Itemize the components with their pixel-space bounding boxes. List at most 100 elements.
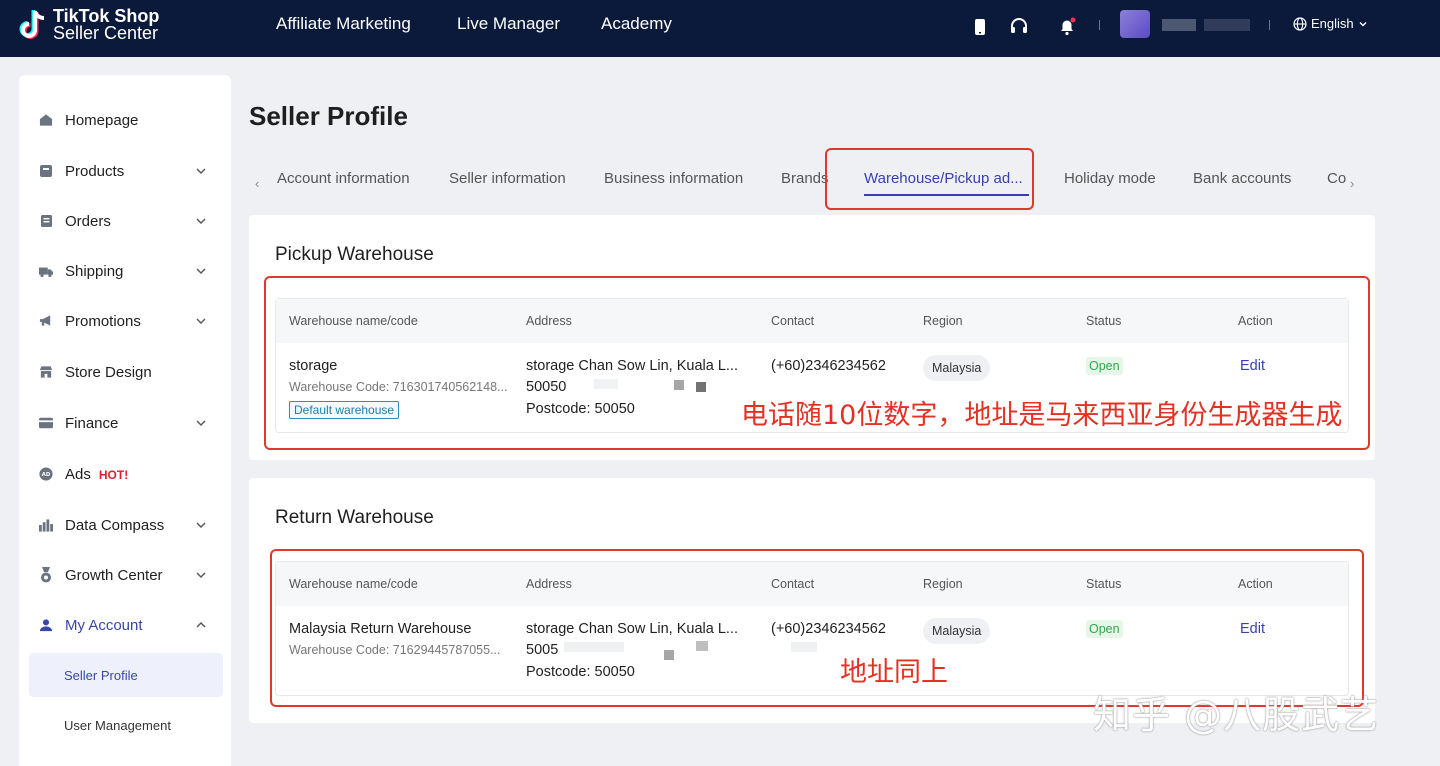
sidebar-item-orders[interactable]: Orders [19,201,231,241]
column-header: Action [1238,314,1273,328]
sidebar-subitem-seller-profile[interactable]: Seller Profile [29,653,223,697]
chevron-down-icon [196,318,206,324]
column-header: Contact [771,577,815,591]
tab-co-truncated[interactable]: Co [1327,170,1346,187]
sidebar-item-data-compass[interactable]: Data Compass [19,505,231,545]
edit-button[interactable]: Edit [1240,358,1265,374]
chevron-down-icon [196,522,206,528]
status-badge: Open [1086,357,1123,375]
sidebar-item-store-design[interactable]: Store Design [19,352,231,392]
chevron-down-icon [196,420,206,426]
mobile-icon[interactable] [968,15,992,39]
active-tab-indicator [864,194,1029,196]
redacted-text [696,641,708,651]
chevron-down-icon [196,572,206,578]
sidebar-item-label: Ads [65,465,91,483]
sidebar-item-my-account[interactable]: My Account [19,605,231,645]
address-postcode: Postcode: 50050 [526,664,635,680]
return-warehouse-title: Return Warehouse [275,507,434,528]
status-badge: Open [1086,620,1123,638]
notification-bell-icon[interactable] [1055,15,1079,39]
redacted-text [791,642,817,652]
column-header: Address [526,577,572,591]
tab-warehouse-pickup-address[interactable]: Warehouse/Pickup ad... [864,170,1023,187]
tab-bank-accounts[interactable]: Bank accounts [1193,170,1291,187]
sidebar-item-shipping[interactable]: Shipping [19,251,231,291]
pickup-warehouse-title: Pickup Warehouse [275,244,434,265]
top-navigation-bar: TikTok Shop Seller Center Affiliate Mark… [0,0,1440,57]
sidebar-item-label: Orders [65,212,111,230]
contact-phone: (+60)2346234562 [771,358,886,374]
sidebar-subitem-user-management[interactable]: User Management [29,703,223,747]
nav-affiliate-marketing[interactable]: Affiliate Marketing [276,14,411,34]
tiktok-shop-logo[interactable]: TikTok Shop Seller Center [18,7,159,43]
redacted-text [564,642,624,652]
avatar[interactable] [1120,10,1150,38]
sidebar-item-finance[interactable]: Finance [19,403,231,443]
globe-icon [1293,16,1307,31]
sidebar-item-ads[interactable]: AD Ads HOT! [19,454,231,494]
sidebar-item-label: Store Design [65,363,152,381]
nav-live-manager[interactable]: Live Manager [457,14,560,34]
tab-brands[interactable]: Brands [781,170,829,187]
megaphone-icon [39,314,53,328]
sidebar-item-label: Shipping [65,262,124,280]
region-pill: Malaysia [923,355,991,381]
sidebar-item-products[interactable]: Products [19,151,231,191]
sidebar-item-growth-center[interactable]: Growth Center [19,555,231,595]
username-redacted [1204,19,1250,31]
address-line: 5005 [526,642,559,658]
truck-icon [39,264,53,278]
sidebar-item-label: Products [65,162,125,180]
column-header: Status [1086,314,1122,328]
column-header: Region [923,577,963,591]
products-icon [39,164,53,178]
edit-button[interactable]: Edit [1240,621,1265,637]
chevron-down-icon [196,168,206,174]
page-title: Seller Profile [249,101,408,131]
annotation-pickup-note: 电话随10位数字，地址是马来西亚身份生成器生成 [741,400,1343,431]
column-header: Warehouse name/code [289,314,418,328]
default-warehouse-badge: Default warehouse [289,401,400,419]
warehouse-code: Warehouse Code: 71629445787055... [289,643,501,657]
sidebar-item-label: Data Compass [65,516,165,534]
hot-badge: HOT! [98,467,129,482]
store-icon [39,365,53,379]
sidebar-item-homepage[interactable]: Homepage [19,100,231,140]
logo-subtitle: Seller Center [53,23,159,43]
tab-scroll-right-icon[interactable]: › [1350,176,1354,191]
chevron-up-icon [196,622,206,628]
watermark: 知乎 @八股武艺 [1093,693,1380,737]
ads-icon: AD [39,467,53,481]
headset-support-icon[interactable] [1007,15,1031,39]
tab-scroll-left-icon[interactable]: ‹ [255,176,259,191]
tab-account-information[interactable]: Account information [277,170,410,187]
username-redacted [1162,19,1196,31]
address-line: storage Chan Sow Lin, Kuala L... [526,621,738,637]
tab-holiday-mode[interactable]: Holiday mode [1064,170,1156,187]
tab-seller-information[interactable]: Seller information [449,170,566,187]
address-line: storage Chan Sow Lin, Kuala L... [526,358,738,374]
tab-business-information[interactable]: Business information [604,170,743,187]
warehouse-name: storage [289,358,338,374]
column-header: Warehouse name/code [289,577,418,591]
chevron-down-icon [196,268,206,274]
language-selector[interactable]: English [1293,16,1368,31]
card-icon [39,416,53,430]
sidebar-item-label: Promotions [65,312,141,330]
redacted-text [696,382,706,392]
user-icon [39,618,53,632]
home-icon [39,113,53,127]
divider [1099,20,1100,30]
column-header: Action [1238,577,1273,591]
sidebar-item-label: Finance [65,414,119,432]
sidebar-item-promotions[interactable]: Promotions [19,301,231,341]
language-label: English [1311,16,1354,31]
redacted-text [674,380,684,390]
nav-academy[interactable]: Academy [601,14,672,34]
chevron-down-icon [1359,21,1367,26]
table-header: Warehouse name/code Address Contact Regi… [276,562,1348,606]
tiktok-logo-icon [18,8,50,42]
chevron-down-icon [196,218,206,224]
sidebar-item-label: Homepage [65,111,139,129]
